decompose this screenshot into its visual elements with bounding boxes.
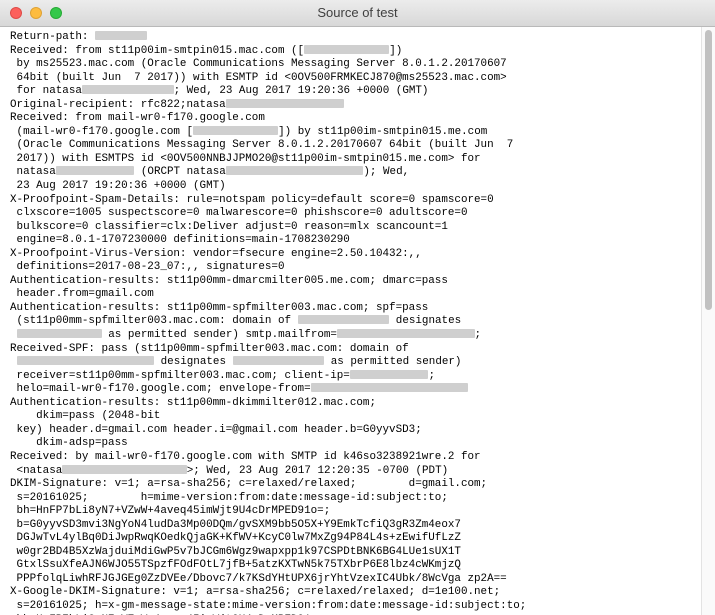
message-source-text: Return-path: Received: from st11p00im-sm… (10, 31, 701, 615)
source-line: b=G0yyvSD3mvi3NgYoN4ludDa3Mp00DQm/gvSXM9… (10, 518, 461, 531)
source-line: Authentication-results: st11p00mm-dkimmi… (10, 396, 376, 409)
source-line: natasa (ORCPT natasa); Wed, (10, 166, 410, 179)
source-line: Return-path: (10, 31, 148, 43)
redacted-text (349, 369, 429, 379)
source-line: s=20161025; h=mime-version:from:date:mes… (10, 491, 448, 504)
redacted-text (310, 383, 468, 393)
source-line: (st11p00mm-spfmilter003.mac.com: domain … (10, 315, 462, 328)
source-line: by ms25523.mac.com (Oracle Communication… (10, 58, 507, 71)
source-line: bh=HnFP7bLi8yN7+VZwW+4aveq45imWjt9U4cDrM… (10, 505, 331, 518)
redacted-text (225, 166, 364, 176)
source-line: header.from=gmail.com (10, 288, 154, 301)
redacted-text (94, 31, 148, 40)
source-line: 2017)) with ESMTPS id <0OV500NNBJJPMO20@… (10, 152, 481, 165)
source-line: dkim-adsp=pass (10, 437, 128, 450)
redacted-text (225, 98, 344, 108)
source-line: PPPfolqLiwhRFJGJGEg0ZzDVEe/Dbovc7/k7KSdY… (10, 572, 507, 585)
source-line: 23 Aug 2017 19:20:36 +0000 (GMT) (10, 180, 226, 193)
source-line: DGJwTvL4ylBq0DiJwpRwqKOedkQjaGK+KfWV+Kcy… (10, 532, 461, 545)
source-line: Original-recipient: rfc822;natasa (10, 98, 344, 111)
source-line: w0gr2BD4B5XzWajduiMdiGwP5v7bJCGm6Wgz9wap… (10, 545, 461, 558)
title-bar: Source of test (0, 0, 715, 27)
source-line: DKIM-Signature: v=1; a=rsa-sha256; c=rel… (10, 478, 488, 491)
source-line: key) header.d=gmail.com header.i=@gmail.… (10, 423, 422, 436)
redacted-text (81, 85, 174, 95)
redacted-text (62, 464, 187, 474)
source-line: <natasa >; Wed, 23 Aug 2017 12:20:35 -070… (10, 464, 449, 477)
redacted-text (16, 356, 155, 366)
message-source-view[interactable]: Return-path: Received: from st11p00im-sm… (0, 27, 701, 615)
source-line: Authentication-results: st11p00mm-dmarcm… (10, 274, 448, 287)
scrollbar-thumb[interactable] (705, 30, 712, 310)
source-line: X-Proofpoint-Spam-Details: rule=notspam … (10, 193, 494, 206)
redacted-text (16, 329, 102, 339)
redacted-text (336, 329, 475, 339)
source-line: Received: from st11p00im-smtpin015.mac.c… (10, 44, 403, 57)
source-line: (mail-wr0-f170.google.com []) by st11p00… (10, 125, 488, 138)
source-line: as permitted sender) smtp.mailfrom=; (10, 329, 481, 341)
source-line: definitions=2017-08-23_07:,, signatures=… (10, 261, 285, 274)
source-line: for natasa; Wed, 23 Aug 2017 19:20:36 +0… (10, 85, 429, 98)
source-line: receiver=st11p00mm-spfmilter003.mac.com;… (10, 369, 435, 382)
source-line: Authentication-results: st11p00mm-spfmil… (10, 301, 429, 314)
vertical-scrollbar[interactable] (701, 27, 715, 615)
source-line: clxscore=1005 suspectscore=0 malwarescor… (10, 207, 468, 220)
source-line: GtxlSsuXfeAJN6WJO55TSpzfFOdFOtL7jfB+5atz… (10, 559, 461, 572)
source-line: designates as permitted sender) (10, 356, 461, 368)
source-line: bulkscore=0 classifier=clx:Deliver adjus… (10, 220, 448, 233)
redacted-text (304, 44, 390, 54)
source-line: Received: by mail-wr0-f170.google.com wi… (10, 450, 481, 463)
redacted-text (55, 166, 135, 176)
source-line: X-Google-DKIM-Signature: v=1; a=rsa-sha2… (10, 586, 501, 599)
redacted-text (297, 315, 390, 325)
source-line: X-Proofpoint-Virus-Version: vendor=fsecu… (10, 247, 422, 260)
source-line: engine=8.0.1-1707230000 definitions=main… (10, 234, 350, 247)
window-title: Source of test (317, 5, 398, 20)
source-line: helo=mail-wr0-f170.google.com; envelope-… (10, 383, 468, 395)
source-line: s=20161025; h=x-gm-message-state:mime-ve… (10, 599, 527, 612)
source-line: Received-SPF: pass (st11p00mm-spfmilter0… (10, 342, 409, 355)
source-line: Received: from mail-wr0-f170.google.com (10, 112, 265, 125)
source-line: dkim=pass (2048-bit (10, 410, 161, 423)
source-line: 64bit (built Jun 7 2017)) with ESMTP id … (10, 71, 507, 84)
source-window: Source of test Return-path: Received: fr… (0, 0, 715, 615)
redacted-text (193, 125, 279, 135)
source-line: (Oracle Communications Messaging Server … (10, 139, 514, 152)
redacted-text (232, 356, 325, 366)
